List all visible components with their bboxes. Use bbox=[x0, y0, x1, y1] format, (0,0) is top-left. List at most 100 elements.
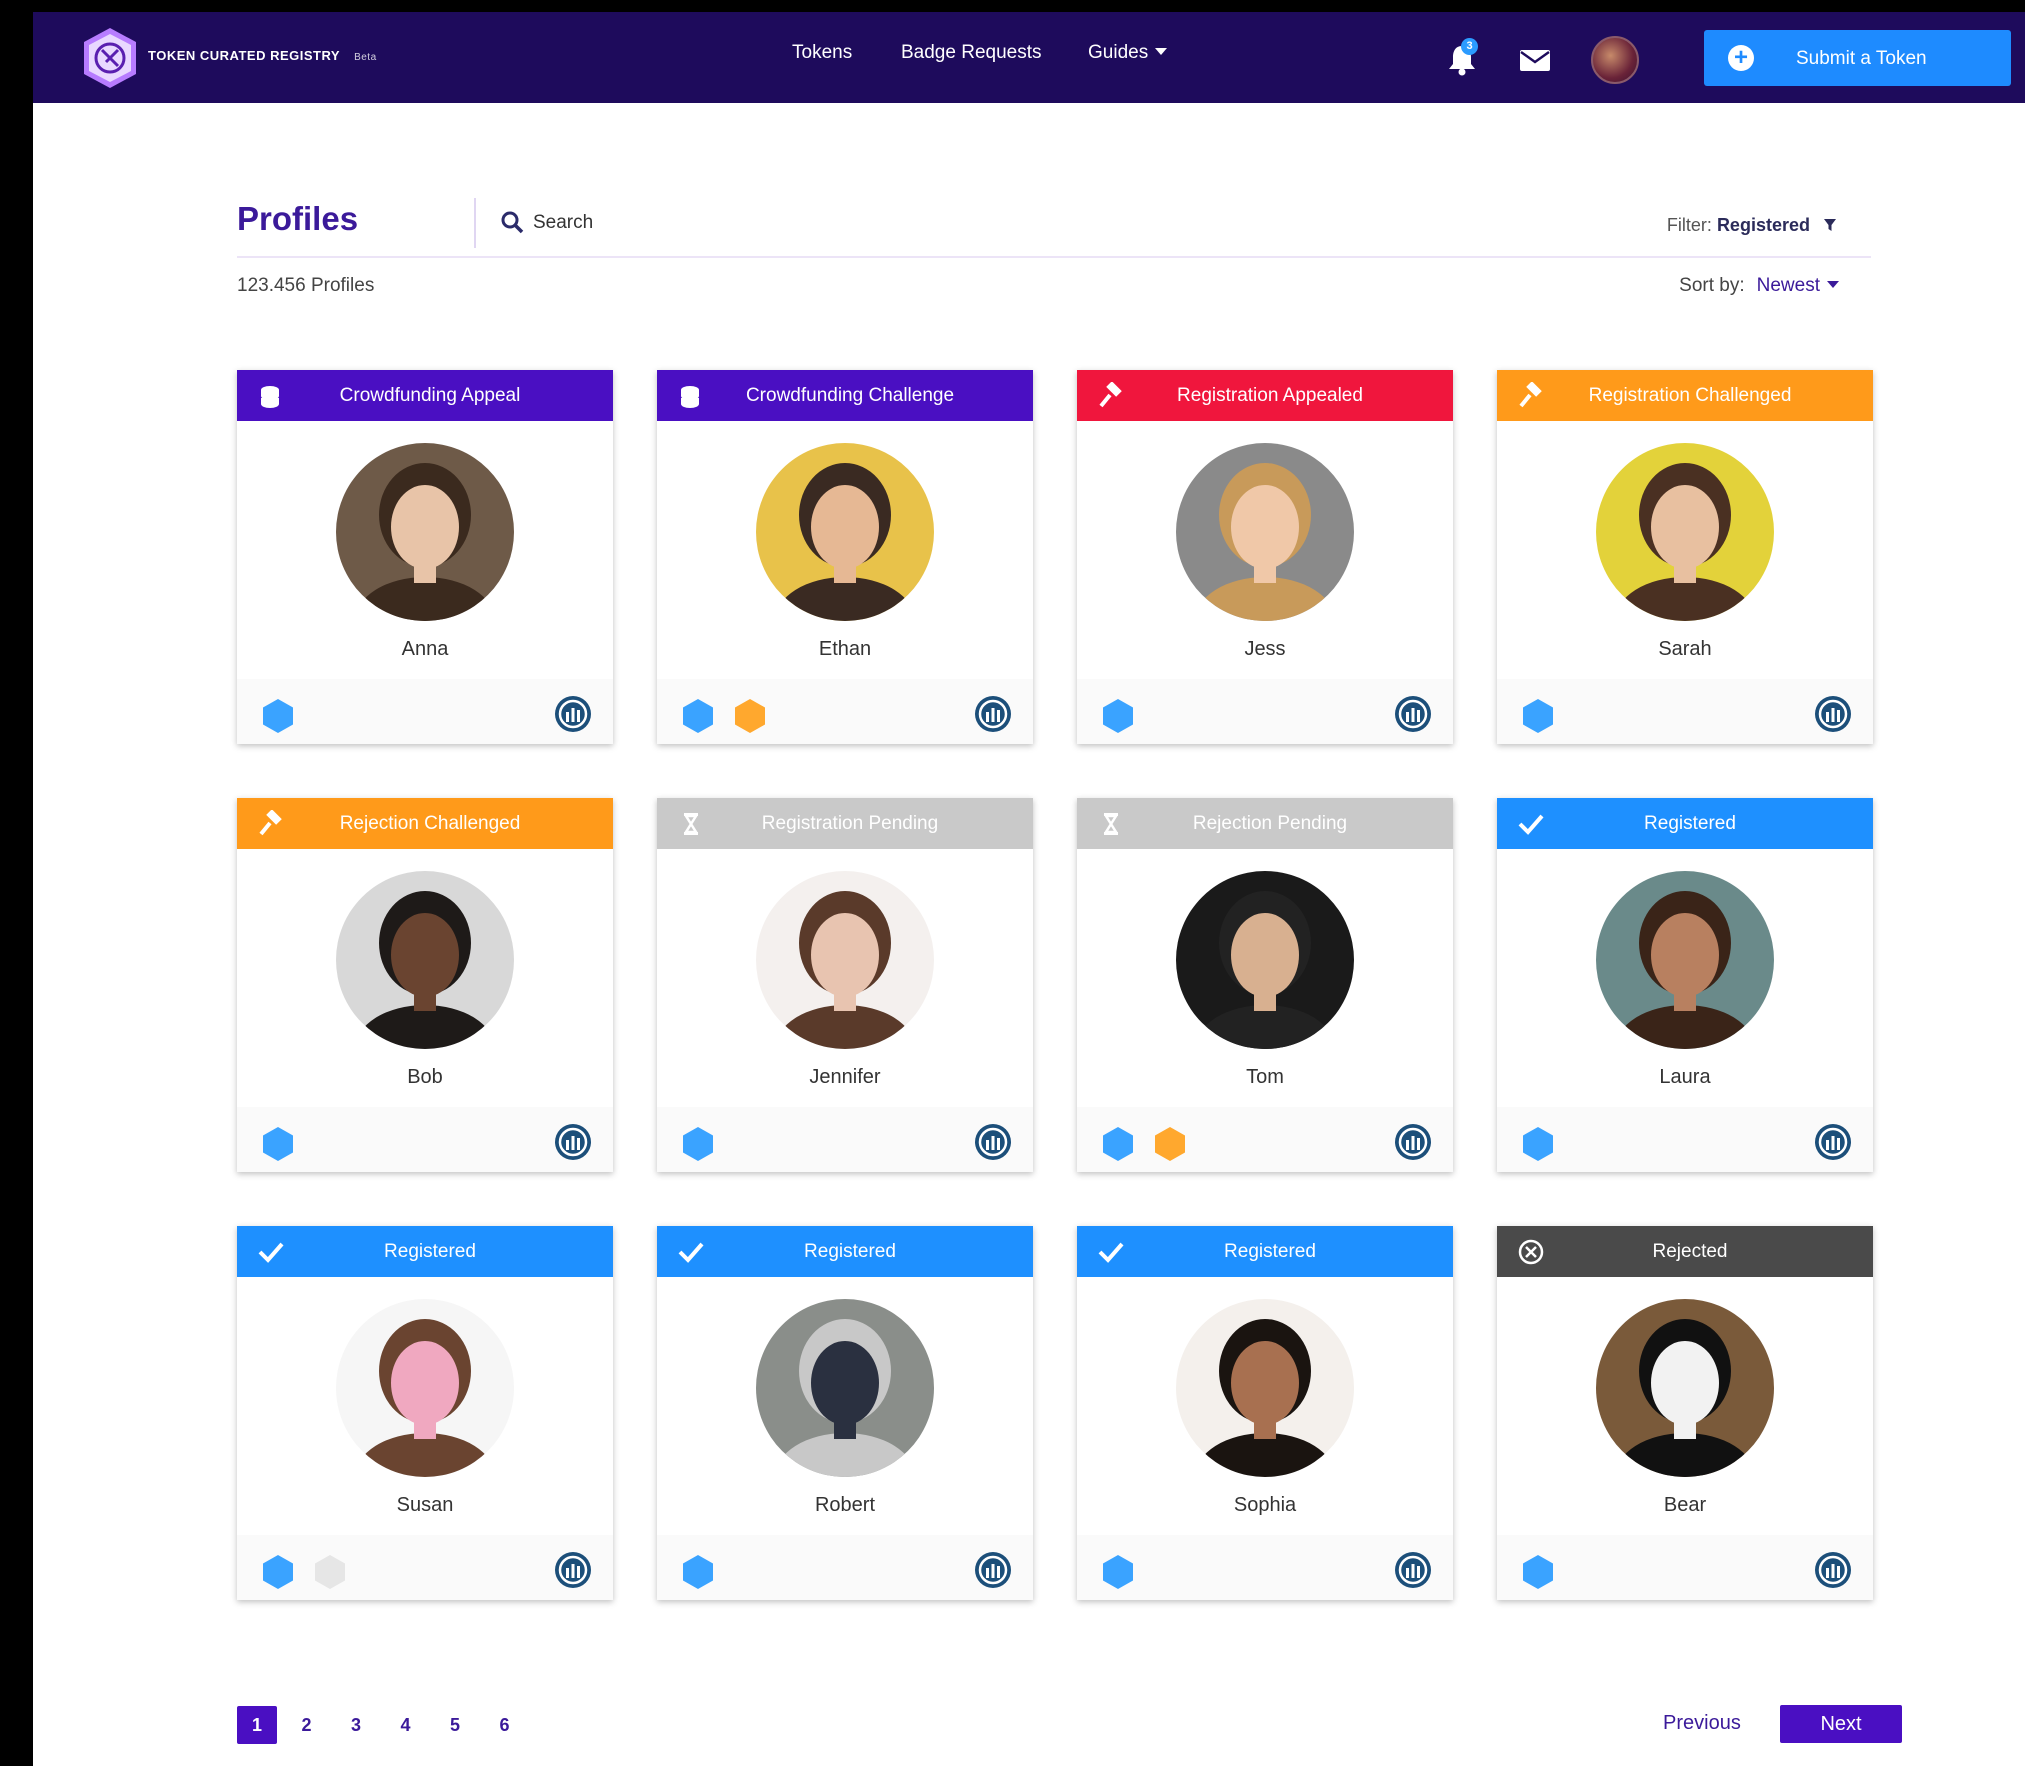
tcr-logo-icon[interactable] bbox=[80, 26, 140, 90]
status-banner: Registered bbox=[657, 1226, 1033, 1277]
search-input[interactable] bbox=[533, 208, 833, 238]
card-footer bbox=[1077, 1107, 1453, 1172]
sort-label: Sort by: bbox=[1679, 275, 1745, 296]
profile-card[interactable]: Registered Sophia bbox=[1077, 1226, 1453, 1600]
profile-photo[interactable] bbox=[1176, 871, 1354, 1049]
profile-card[interactable]: Rejection Pending Tom bbox=[1077, 798, 1453, 1172]
page-4-button[interactable]: 4 bbox=[386, 1706, 426, 1744]
submit-token-label: Submit a Token bbox=[1796, 48, 1927, 69]
filter-dropdown[interactable]: Filter: Registered bbox=[1667, 215, 1837, 236]
page-6-button[interactable]: 6 bbox=[485, 1706, 525, 1744]
page-2-button[interactable]: 2 bbox=[287, 1706, 327, 1744]
profile-photo[interactable] bbox=[1596, 1299, 1774, 1477]
status-label: Crowdfunding Appeal bbox=[339, 385, 521, 406]
kleros-icon[interactable] bbox=[1813, 694, 1853, 734]
title-divider bbox=[474, 198, 476, 248]
filter-label: Filter: bbox=[1666, 215, 1712, 235]
profile-card[interactable]: Registered Robert bbox=[657, 1226, 1033, 1600]
profile-photo[interactable] bbox=[756, 1299, 934, 1477]
profiles-count: 123.456 Profiles bbox=[237, 275, 375, 296]
kleros-icon[interactable] bbox=[973, 1122, 1013, 1162]
card-footer bbox=[1077, 679, 1453, 744]
profile-name: Laura bbox=[1659, 1066, 1711, 1088]
profile-card[interactable]: Rejected Bear bbox=[1497, 1226, 1873, 1600]
badge-blue-icon[interactable] bbox=[1099, 1553, 1137, 1591]
profile-photo[interactable] bbox=[1176, 1299, 1354, 1477]
kleros-icon[interactable] bbox=[553, 1550, 593, 1590]
logo-text: TOKEN CURATED REGISTRY Beta bbox=[148, 48, 377, 63]
badge-blue-icon[interactable] bbox=[1519, 697, 1557, 735]
kleros-icon[interactable] bbox=[553, 1122, 593, 1162]
profile-photo[interactable] bbox=[336, 443, 514, 621]
status-label: Rejection Challenged bbox=[339, 813, 521, 834]
profile-photo[interactable] bbox=[1596, 871, 1774, 1049]
status-label: Rejection Pending bbox=[1192, 813, 1348, 834]
beta-label: Beta bbox=[354, 52, 377, 63]
profile-photo[interactable] bbox=[756, 871, 934, 1049]
next-button[interactable]: Next bbox=[1780, 1705, 1902, 1743]
status-banner: Registration Challenged bbox=[1497, 370, 1873, 421]
badge-orange-icon[interactable] bbox=[1151, 1125, 1189, 1163]
mail-icon[interactable] bbox=[1517, 42, 1553, 78]
badge-blue-icon[interactable] bbox=[259, 697, 297, 735]
submit-token-button[interactable]: + Submit a Token bbox=[1704, 30, 2011, 86]
profile-card[interactable]: Rejection Challenged Bob bbox=[237, 798, 613, 1172]
funnel-icon bbox=[1824, 219, 1836, 231]
badge-orange-icon[interactable] bbox=[731, 697, 769, 735]
profile-card[interactable]: Crowdfunding Challenge Ethan bbox=[657, 370, 1033, 744]
badge-blue-icon[interactable] bbox=[1519, 1553, 1557, 1591]
status-label: Registered bbox=[384, 1241, 476, 1262]
kleros-icon[interactable] bbox=[1393, 694, 1433, 734]
badge-blue-icon[interactable] bbox=[1099, 1125, 1137, 1163]
profile-photo[interactable] bbox=[1596, 443, 1774, 621]
profile-photo[interactable] bbox=[336, 871, 514, 1049]
profile-card[interactable]: Registration Appealed Jess bbox=[1077, 370, 1453, 744]
kleros-icon[interactable] bbox=[973, 1550, 1013, 1590]
status-banner: Registration Pending bbox=[657, 798, 1033, 849]
page-3-button[interactable]: 3 bbox=[336, 1706, 376, 1744]
card-footer bbox=[1497, 1535, 1873, 1600]
profile-card[interactable]: Registration Challenged Sarah bbox=[1497, 370, 1873, 744]
nav-guides[interactable]: Guides bbox=[1088, 42, 1168, 64]
chevron-down-icon bbox=[1155, 48, 1168, 55]
profile-name: Robert bbox=[814, 1494, 876, 1516]
card-footer bbox=[237, 1107, 613, 1172]
profile-card[interactable]: Registration Pending Jennifer bbox=[657, 798, 1033, 1172]
sort-dropdown[interactable]: Sort by: Newest bbox=[1679, 275, 1839, 297]
badge-blue-icon[interactable] bbox=[259, 1125, 297, 1163]
kleros-icon[interactable] bbox=[1393, 1122, 1433, 1162]
profile-card[interactable]: Crowdfunding Appeal Anna bbox=[237, 370, 613, 744]
badge-blue-icon[interactable] bbox=[679, 697, 717, 735]
page-5-button[interactable]: 5 bbox=[435, 1706, 475, 1744]
nav-badge-requests[interactable]: Badge Requests bbox=[901, 42, 1042, 64]
badge-blue-icon[interactable] bbox=[679, 1125, 717, 1163]
badge-gray-icon[interactable] bbox=[311, 1553, 349, 1591]
status-label: Crowdfunding Challenge bbox=[745, 385, 955, 406]
user-avatar[interactable] bbox=[1591, 36, 1639, 84]
page-1-button[interactable]: 1 bbox=[237, 1706, 277, 1744]
top-nav-bar: TOKEN CURATED REGISTRY Beta Tokens Badge … bbox=[33, 12, 2025, 103]
kleros-icon[interactable] bbox=[1393, 1550, 1433, 1590]
nav-guides-label: Guides bbox=[1088, 42, 1149, 63]
badge-blue-icon[interactable] bbox=[1519, 1125, 1557, 1163]
nav-tokens[interactable]: Tokens bbox=[792, 42, 852, 64]
profile-photo[interactable] bbox=[1176, 443, 1354, 621]
kleros-icon[interactable] bbox=[553, 694, 593, 734]
previous-button[interactable]: Previous bbox=[1663, 1712, 1741, 1735]
kleros-icon[interactable] bbox=[973, 694, 1013, 734]
profile-card[interactable]: Registered Laura bbox=[1497, 798, 1873, 1172]
badge-blue-icon[interactable] bbox=[259, 1553, 297, 1591]
kleros-icon[interactable] bbox=[1813, 1550, 1853, 1590]
status-label: Registration Appealed bbox=[1177, 385, 1363, 406]
badge-blue-icon[interactable] bbox=[1099, 697, 1137, 735]
profile-photo[interactable] bbox=[756, 443, 934, 621]
card-footer bbox=[1497, 1107, 1873, 1172]
profile-photo[interactable] bbox=[336, 1299, 514, 1477]
profile-name: Bear bbox=[1663, 1494, 1707, 1516]
kleros-icon[interactable] bbox=[1813, 1122, 1853, 1162]
card-footer bbox=[657, 1535, 1033, 1600]
profile-card[interactable]: Registered Susan bbox=[237, 1226, 613, 1600]
card-footer bbox=[1497, 679, 1873, 744]
badge-blue-icon[interactable] bbox=[679, 1553, 717, 1591]
app-frame: TOKEN CURATED REGISTRY Beta Tokens Badge … bbox=[33, 12, 2025, 1766]
